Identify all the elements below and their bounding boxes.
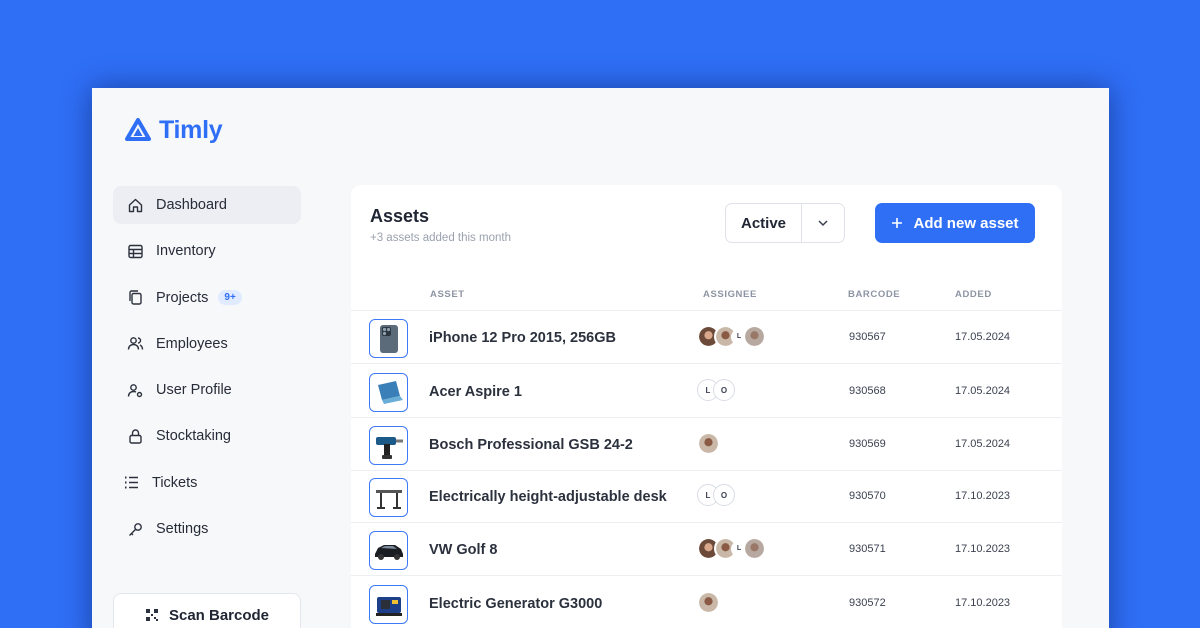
sidebar-item-inventory[interactable]: Inventory <box>113 232 301 270</box>
sidebar-item-label: User Profile <box>156 382 232 399</box>
sidebar-item-label: Settings <box>156 521 209 538</box>
home-icon <box>128 198 143 212</box>
asset-name[interactable]: Bosch Professional GSB 24-2 <box>429 437 633 453</box>
user-cog-icon <box>127 383 143 397</box>
asset-thumbnail <box>369 585 408 624</box>
status-filter-value: Active <box>740 214 787 232</box>
avatar-initial[interactable]: O <box>713 379 735 401</box>
added-date: 17.10.2023 <box>955 543 1011 555</box>
column-header-barcode[interactable]: BARCODE <box>848 289 900 300</box>
panel-title: Assets <box>370 206 430 226</box>
asset-name[interactable]: Acer Aspire 1 <box>429 384 522 400</box>
key-icon <box>129 522 142 536</box>
sidebar-item-label: Employees <box>156 335 228 352</box>
barcode-value: 930572 <box>849 597 886 609</box>
phone-icon <box>379 324 398 353</box>
barcode-value: 930567 <box>849 331 886 343</box>
avatar[interactable] <box>743 325 766 348</box>
sidebar-item-label: Inventory <box>156 243 216 260</box>
asset-name[interactable]: VW Golf 8 <box>429 542 497 558</box>
panel-subtitle: +3 assets added this month <box>370 232 511 244</box>
barcode-value: 930570 <box>849 490 886 502</box>
drill-icon <box>375 436 403 459</box>
desk-icon <box>375 489 402 509</box>
assignee-avatars[interactable] <box>697 432 720 455</box>
projects-count-badge: 9+ <box>218 290 242 306</box>
sidebar-item-label: Projects <box>156 289 209 306</box>
asset-thumbnail <box>369 319 408 358</box>
added-date: 17.05.2024 <box>955 331 1011 343</box>
laptop-icon <box>377 380 403 404</box>
add-new-asset-button[interactable]: Add new asset <box>875 203 1035 243</box>
qr-code-icon <box>145 609 158 621</box>
asset-name[interactable]: Electrically height-adjustable desk <box>429 489 667 505</box>
timly-logo-icon <box>125 117 151 141</box>
assignee-avatars[interactable]: L O <box>697 379 735 401</box>
table-row[interactable]: Bosch Professional GSB 24-2 930569 17.05… <box>351 418 1062 471</box>
asset-name[interactable]: iPhone 12 Pro 2015, 256GB <box>429 330 616 346</box>
asset-thumbnail <box>369 426 408 465</box>
barcode-value: 930568 <box>849 385 886 397</box>
asset-thumbnail <box>369 531 408 570</box>
copy-icon <box>129 290 142 305</box>
column-header-assignee[interactable]: ASSIGNEE <box>703 289 757 300</box>
sidebar-item-label: Stocktaking <box>156 428 231 445</box>
added-date: 17.05.2024 <box>955 438 1011 450</box>
sidebar-item-user-profile[interactable]: User Profile <box>113 371 301 409</box>
assignee-avatars[interactable]: L <box>697 325 766 348</box>
assignee-avatars[interactable] <box>697 591 720 614</box>
column-header-added[interactable]: ADDED <box>955 289 992 300</box>
barcode-value: 930571 <box>849 543 886 555</box>
sidebar-item-tickets[interactable]: Tickets <box>113 464 301 502</box>
added-date: 17.10.2023 <box>955 490 1011 502</box>
added-date: 17.05.2024 <box>955 385 1011 397</box>
scan-barcode-label: Scan Barcode <box>168 606 270 624</box>
chevron-down-icon[interactable] <box>802 216 844 230</box>
brand-name: Timly <box>159 116 223 144</box>
users-icon <box>127 337 144 350</box>
added-date: 17.10.2023 <box>955 597 1011 609</box>
lock-icon <box>129 429 142 444</box>
scan-barcode-button[interactable]: Scan Barcode <box>113 593 301 628</box>
assignee-avatars[interactable]: L <box>697 537 766 560</box>
barcode-value: 930569 <box>849 438 886 450</box>
avatar[interactable] <box>697 432 720 455</box>
add-new-asset-label: Add new asset <box>913 214 1019 232</box>
assignee-avatars[interactable]: L O <box>697 484 735 506</box>
generator-icon <box>375 596 402 616</box>
asset-thumbnail <box>369 478 408 517</box>
asset-thumbnail <box>369 373 408 412</box>
sidebar-item-label: Tickets <box>152 474 198 491</box>
car-icon <box>374 544 403 560</box>
table-row[interactable]: iPhone 12 Pro 2015, 256GB L 930567 17.05… <box>351 311 1062 364</box>
logo[interactable]: Timly <box>125 116 223 145</box>
sidebar-item-employees[interactable]: Employees <box>113 325 301 363</box>
sidebar-nav: Dashboard Inventory Projects 9+ Employee… <box>113 186 301 556</box>
sidebar-item-label: Dashboard <box>156 197 227 213</box>
avatar-initial[interactable]: O <box>713 484 735 506</box>
column-header-asset[interactable]: ASSET <box>430 289 465 300</box>
table-row[interactable]: Acer Aspire 1 L O 930568 17.05.2024 <box>351 365 1062 418</box>
sidebar-item-settings[interactable]: Settings <box>113 510 301 548</box>
avatar[interactable] <box>743 537 766 560</box>
table-row[interactable]: VW Golf 8 L 930571 17.10.2023 <box>351 523 1062 576</box>
plus-icon <box>892 218 903 228</box>
sidebar-item-projects[interactable]: Projects 9+ <box>113 279 301 317</box>
app-window: Timly Dashboard Inventory Projects 9+ Em… <box>92 88 1109 628</box>
table-icon <box>128 244 143 258</box>
assets-panel: Assets +3 assets added this month Active… <box>351 185 1062 628</box>
avatar[interactable] <box>697 591 720 614</box>
sidebar-item-stocktaking[interactable]: Stocktaking <box>113 417 301 455</box>
sidebar-item-dashboard[interactable]: Dashboard <box>113 186 301 224</box>
status-filter-select[interactable]: Active <box>725 203 845 243</box>
list-icon <box>125 476 138 489</box>
table-row[interactable]: Electric Generator G3000 930572 17.10.20… <box>351 577 1062 628</box>
table-row[interactable]: Electrically height-adjustable desk L O … <box>351 470 1062 523</box>
asset-name[interactable]: Electric Generator G3000 <box>429 596 602 612</box>
